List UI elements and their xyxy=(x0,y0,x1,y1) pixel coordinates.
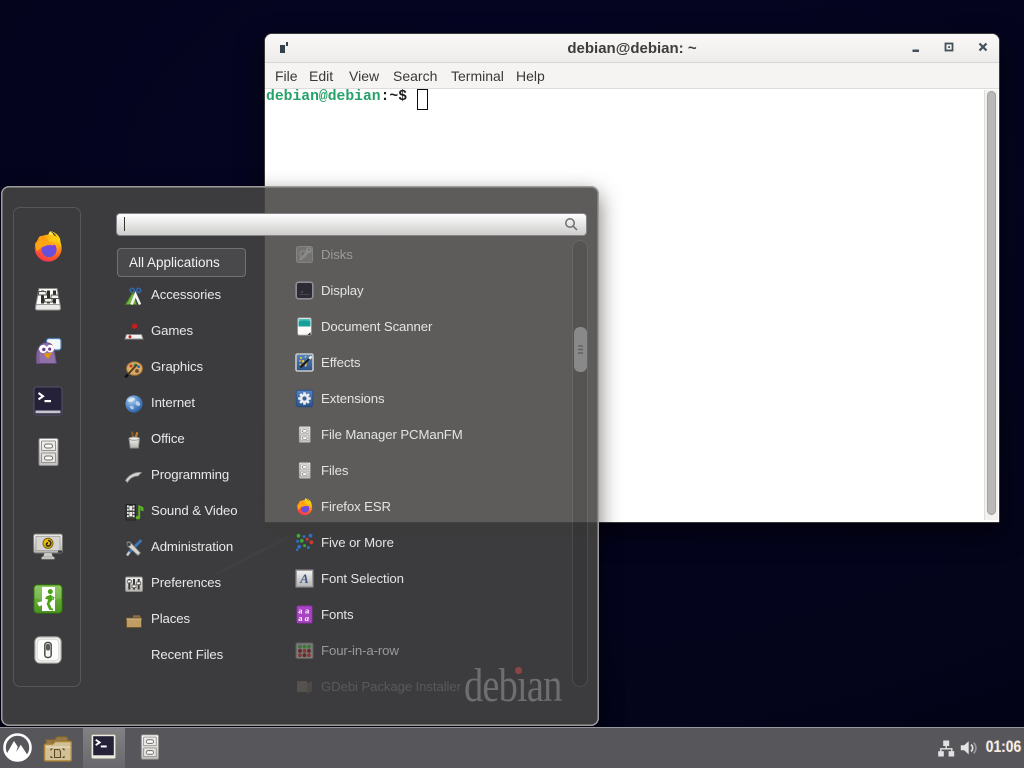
svg-text:a: a xyxy=(305,613,310,623)
svg-text:a: a xyxy=(298,613,303,623)
svg-text:A: A xyxy=(299,571,309,586)
